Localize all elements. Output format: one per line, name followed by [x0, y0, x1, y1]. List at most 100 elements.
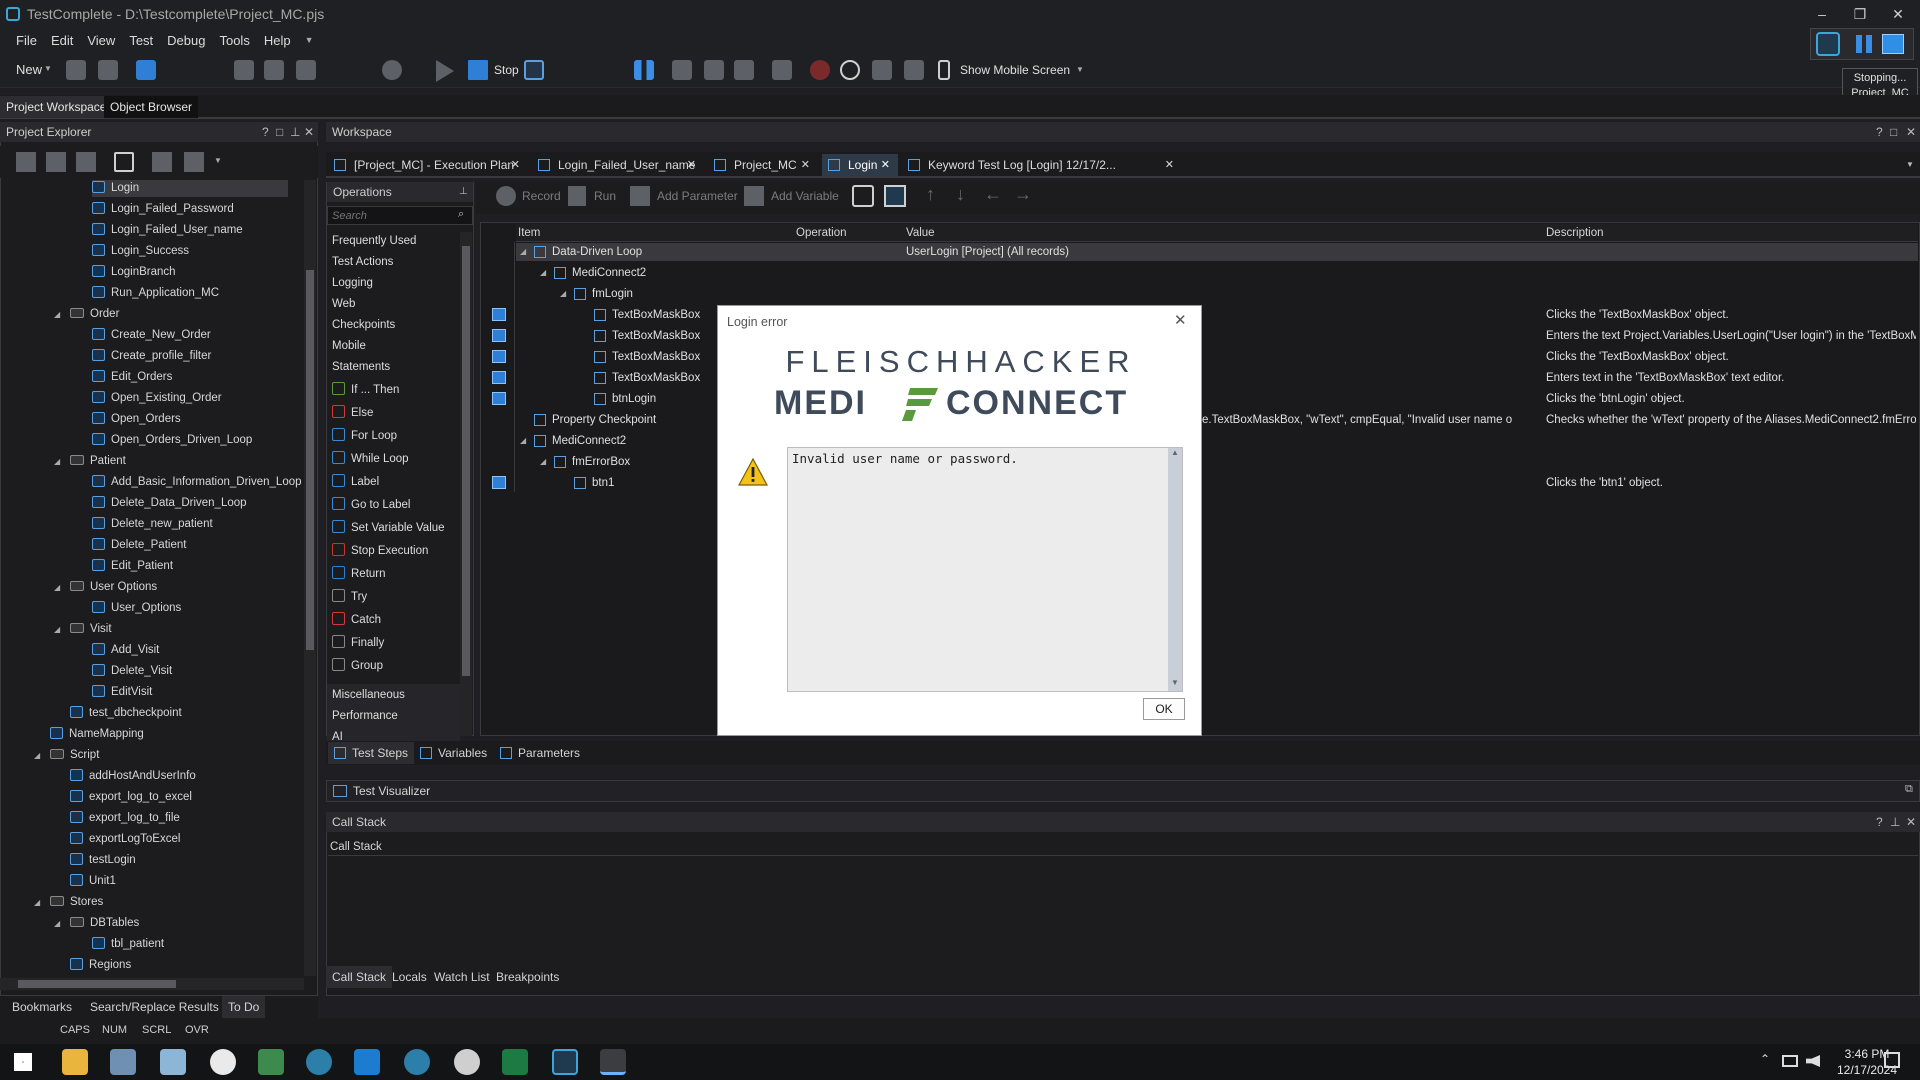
tab-watch-list[interactable]: Watch List [428, 966, 496, 988]
workspace-tab[interactable]: Keyword Test Log [Login] 12/17/2... ✕ [902, 154, 1182, 176]
network-icon[interactable] [1782, 1055, 1798, 1067]
test-step-row[interactable]: ◢ Data-Driven Loop UserLogin [Project] (Al… [516, 243, 1918, 261]
operation-statement[interactable]: Try [332, 588, 367, 607]
stop-icon[interactable] [468, 60, 488, 80]
operations-category[interactable]: Web [332, 295, 355, 314]
workspace-tab[interactable]: [Project_MC] - Execution Plan ✕ [328, 154, 528, 176]
explorer-dropdown-icon[interactable]: ▼ [214, 156, 222, 165]
new-button[interactable]: New [16, 62, 42, 77]
tree-item[interactable]: Login [92, 180, 288, 197]
collapse-icon[interactable] [152, 152, 172, 172]
operations-category[interactable]: Performance [332, 707, 398, 726]
tree-item[interactable]: export_log_to_excel [70, 789, 192, 806]
tree-folder[interactable]: Visit [70, 621, 112, 638]
tree-item[interactable]: Login_Failed_User_name [92, 222, 243, 239]
tree-item[interactable]: NameMapping [50, 726, 144, 743]
row-expand-icon[interactable]: ◢ [520, 243, 526, 261]
menu-debug[interactable]: Debug [167, 33, 205, 48]
screenshot-thumbnail-icon[interactable] [492, 392, 506, 405]
search-icon[interactable]: ⌕ [458, 208, 464, 221]
screenshot-thumbnail-icon[interactable] [492, 329, 506, 342]
tab-locals[interactable]: Locals [386, 966, 433, 988]
operation-statement[interactable]: Return [332, 565, 386, 584]
operations-category[interactable]: Checkpoints [332, 316, 395, 335]
operation-statement[interactable]: If ... Then [332, 381, 399, 400]
app-icon-8[interactable] [404, 1049, 430, 1075]
app-icon-4[interactable] [210, 1049, 236, 1075]
tree-item[interactable]: Regions [70, 957, 131, 974]
dialog-close-button[interactable]: ✕ [1174, 311, 1187, 329]
row-expand-icon[interactable]: ◢ [520, 432, 526, 450]
float-icon[interactable]: □ [1890, 122, 1897, 142]
indent-icon[interactable]: → [1014, 184, 1032, 205]
expand-arrow-icon[interactable]: ◢ [54, 625, 60, 634]
mobile-dropdown-icon[interactable]: ▼ [1076, 65, 1084, 74]
scroll-up-icon[interactable]: ▲ [1171, 448, 1179, 457]
close-project-icon[interactable] [98, 60, 118, 80]
recorder-pause-icon[interactable] [1856, 35, 1872, 53]
record-icon[interactable] [382, 60, 402, 80]
add-item-icon[interactable] [16, 152, 36, 172]
add-existing-icon[interactable] [264, 60, 284, 80]
test-step-row[interactable]: ◢ fmLogin [516, 285, 1918, 303]
calculator-icon[interactable] [772, 60, 792, 80]
recorder-stop-icon[interactable] [1882, 34, 1904, 54]
tree-folder[interactable]: Stores [50, 894, 103, 911]
outdent-icon[interactable]: ← [984, 184, 1002, 205]
pin-icon[interactable]: ⊥ [459, 182, 468, 202]
operation-statement[interactable]: Go to Label [332, 496, 410, 515]
tab-to-do[interactable]: To Do [222, 996, 266, 1018]
app-icon-2[interactable] [110, 1049, 136, 1075]
settings-icon[interactable] [296, 60, 316, 80]
expand-arrow-icon[interactable]: ◢ [34, 898, 40, 907]
tree-item[interactable]: Delete_Patient [92, 537, 186, 554]
excel-icon[interactable] [502, 1049, 528, 1075]
screenshot-thumbnail-icon[interactable] [492, 371, 506, 384]
tree-item[interactable]: Create_New_Order [92, 327, 211, 344]
tree-item[interactable]: addHostAndUserInfo [70, 768, 196, 785]
remove-icon[interactable] [76, 152, 96, 172]
restore-button[interactable]: ❐ [1842, 0, 1878, 28]
operations-scrollbar[interactable] [460, 232, 472, 736]
operations-category[interactable]: Mobile [332, 337, 366, 356]
workspace-tabs-dropdown-icon[interactable]: ▼ [1906, 160, 1914, 169]
tree-item[interactable]: Open_Existing_Order [92, 390, 222, 407]
operation-statement[interactable]: For Loop [332, 427, 397, 446]
mediconnect-taskbar-icon[interactable] [600, 1049, 626, 1075]
stop-label[interactable]: Stop [494, 63, 519, 77]
tree-item[interactable]: Delete_Visit [92, 663, 172, 680]
tree-item[interactable]: Add_Visit [92, 642, 159, 659]
tree-item[interactable]: Login_Failed_Password [92, 201, 234, 218]
expand-arrow-icon[interactable]: ◢ [54, 919, 60, 928]
tree-item[interactable]: User_Options [92, 600, 181, 617]
run-icon[interactable] [568, 186, 586, 206]
tree-horizontal-scrollbar[interactable] [0, 978, 304, 990]
tab-test-steps[interactable]: Test Steps [328, 742, 415, 764]
help-icon[interactable]: ? [1876, 122, 1883, 142]
app-icon-5[interactable] [258, 1049, 284, 1075]
tree-item[interactable]: Create_profile_filter [92, 348, 211, 365]
move-up-icon[interactable]: ↑ [926, 184, 935, 205]
tree-scroll-thumb[interactable] [306, 270, 314, 650]
notification-icon[interactable] [1884, 1052, 1900, 1068]
tree-item[interactable]: Edit_Patient [92, 558, 173, 575]
expand-arrow-icon[interactable]: ◢ [54, 583, 60, 592]
mobile-icon[interactable] [938, 60, 950, 80]
operations-category[interactable]: Miscellaneous [332, 686, 405, 705]
bug-icon[interactable] [810, 60, 830, 80]
expand-arrow-icon[interactable]: ◢ [54, 310, 60, 319]
record-icon[interactable] [496, 186, 516, 206]
operations-category[interactable]: Test Actions [332, 253, 393, 272]
operation-statement[interactable]: Label [332, 473, 379, 492]
operation-statement[interactable]: Catch [332, 611, 381, 630]
add-parameter-icon[interactable] [630, 186, 650, 206]
close-panel-icon[interactable]: ✕ [304, 122, 314, 142]
column-operation[interactable]: Operation [796, 224, 847, 242]
float-icon[interactable]: □ [276, 122, 283, 142]
menu-edit[interactable]: Edit [51, 33, 73, 48]
close-button[interactable]: ✕ [1880, 0, 1916, 28]
save-icon[interactable] [136, 60, 156, 80]
tree-item[interactable]: Run_Application_MC [92, 285, 219, 302]
tree-item[interactable]: Unit1 [70, 873, 116, 890]
tab-close-icon[interactable]: ✕ [881, 154, 890, 176]
